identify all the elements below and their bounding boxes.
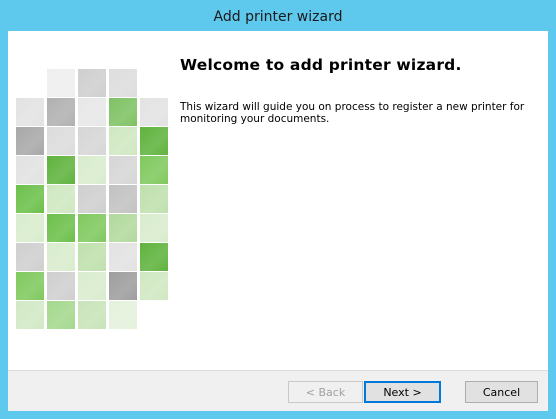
mosaic-tile: [140, 127, 168, 155]
mosaic-tile: [16, 185, 44, 213]
mosaic-tile: [140, 243, 168, 271]
mosaic-tile: [16, 98, 44, 126]
mosaic-tile: [47, 272, 75, 300]
mosaic-tile: [140, 185, 168, 213]
mosaic-tile: [109, 301, 137, 329]
mosaic-tile: [109, 214, 137, 242]
mosaic-tile: [109, 243, 137, 271]
mosaic-tile: [140, 214, 168, 242]
mosaic-tile: [47, 98, 75, 126]
mosaic-tile: [16, 272, 44, 300]
cancel-button[interactable]: Cancel: [465, 381, 538, 403]
mosaic-tile: [109, 98, 137, 126]
mosaic-tile: [140, 156, 168, 184]
mosaic-tile: [109, 127, 137, 155]
mosaic-tile: [47, 301, 75, 329]
welcome-heading: Welcome to add printer wizard.: [180, 56, 462, 74]
mosaic-tile: [78, 214, 106, 242]
mosaic-tile: [109, 272, 137, 300]
mosaic-tile: [47, 127, 75, 155]
mosaic-tile: [78, 156, 106, 184]
welcome-description: This wizard will guide you on process to…: [180, 101, 525, 125]
back-button[interactable]: < Back: [288, 381, 363, 403]
mosaic-tile: [47, 214, 75, 242]
mosaic-tile: [78, 272, 106, 300]
title-bar[interactable]: Add printer wizard: [0, 0, 556, 31]
mosaic-tile: [16, 127, 44, 155]
mosaic-tile: [78, 69, 106, 97]
mosaic-tile: [16, 214, 44, 242]
mosaic-tile: [109, 185, 137, 213]
next-button[interactable]: Next >: [364, 381, 441, 403]
button-bar: < Back Next > Cancel: [8, 370, 548, 411]
window-title: Add printer wizard: [213, 8, 343, 25]
mosaic-tile: [78, 243, 106, 271]
wizard-content-area: Welcome to add printer wizard. This wiza…: [8, 31, 548, 411]
mosaic-tile: [78, 98, 106, 126]
wizard-window: Add printer wizard Welcome to add printe…: [0, 0, 556, 419]
mosaic-tile: [47, 156, 75, 184]
mosaic-tile: [16, 156, 44, 184]
mosaic-tile: [109, 156, 137, 184]
mosaic-tile: [109, 69, 137, 97]
mosaic-tile: [140, 272, 168, 300]
wizard-mosaic-graphic: [16, 69, 168, 329]
mosaic-tile: [47, 185, 75, 213]
mosaic-tile: [16, 243, 44, 271]
mosaic-tile: [78, 185, 106, 213]
mosaic-tile: [140, 98, 168, 126]
mosaic-tile: [78, 301, 106, 329]
mosaic-tile: [47, 243, 75, 271]
mosaic-tile: [16, 301, 44, 329]
mosaic-tile: [47, 69, 75, 97]
mosaic-tile: [78, 127, 106, 155]
